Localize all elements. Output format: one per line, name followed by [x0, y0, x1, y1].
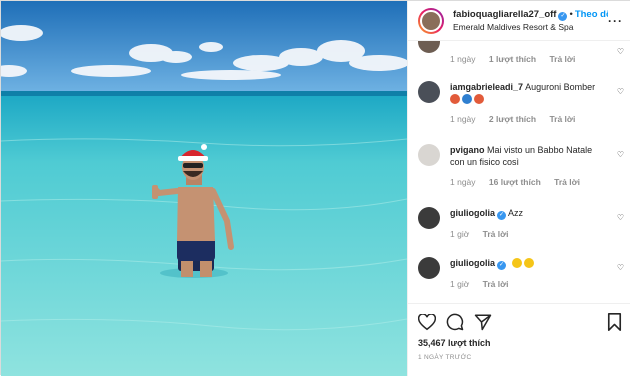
reply-button[interactable]: Trả lời: [483, 279, 509, 289]
comment-like-icon[interactable]: ♡: [617, 263, 624, 272]
heart-outline-icon[interactable]: [418, 313, 436, 331]
verified-badge-icon: ✓: [497, 261, 506, 270]
post-actions: 35,467 lượt thích 1 NGÀY TRƯỚC: [408, 303, 630, 376]
emoji-icon: [450, 94, 460, 104]
comment-like-icon[interactable]: ♡: [617, 47, 624, 56]
clap-emoji-icon: [523, 258, 534, 268]
separator-dot: •: [569, 8, 573, 20]
likes-summary[interactable]: 35,467 lượt thích: [418, 338, 622, 348]
comment-likes[interactable]: 2 lượt thích: [489, 114, 536, 124]
commenter-username[interactable]: giuliogolia: [450, 258, 495, 268]
reply-button[interactable]: Trả lời: [549, 114, 575, 124]
comment-like-icon[interactable]: ♡: [617, 150, 624, 159]
comment-time[interactable]: 1 ngày: [450, 114, 476, 124]
commenter-username[interactable]: iamgabrieleadi_7: [450, 82, 523, 92]
reply-button[interactable]: Trả lời: [554, 177, 580, 187]
commenter-avatar[interactable]: [418, 41, 440, 53]
author-username[interactable]: fabioquagliarella27_off: [453, 9, 556, 20]
bookmark-icon[interactable]: [607, 313, 622, 331]
commenter-avatar[interactable]: [418, 257, 440, 279]
comment-like-icon[interactable]: ♡: [617, 213, 624, 222]
paper-plane-icon[interactable]: [474, 313, 492, 331]
comment-text: Auguroni Bomber: [525, 82, 596, 92]
comment-item: giuliogolia ✓ 1 giờ Trả lời ♡: [418, 257, 624, 289]
commenter-avatar[interactable]: [418, 81, 440, 103]
likes-label: lượt thích: [448, 338, 491, 348]
verified-badge-icon: ✓: [558, 11, 568, 21]
emoji-icon: [474, 94, 484, 104]
comment-item: giuliogolia ✓ Azz 1 giờ Trả lời ♡: [418, 207, 624, 239]
comment-item: iamgabrieleadi_7 Auguroni Bomber 1 ngày …: [418, 81, 624, 124]
comment-time[interactable]: 1 giờ: [450, 229, 469, 239]
commenter-username[interactable]: giuliogolia: [450, 208, 495, 218]
comment-likes[interactable]: 16 lượt thích: [489, 177, 541, 187]
beach-photo-image: [1, 1, 407, 376]
post-timestamp[interactable]: 1 NGÀY TRƯỚC: [418, 354, 622, 361]
more-options-icon[interactable]: ···: [608, 14, 623, 28]
verified-badge-icon: ✓: [497, 211, 506, 220]
instagram-post: fabioquagliarella27_off✓•Theo dõi Emeral…: [0, 0, 630, 376]
comment-item: pvigano Mai visto un Babbo Natale con un…: [418, 144, 624, 187]
commenter-username[interactable]: pvigano: [450, 145, 485, 155]
comment-bubble-icon[interactable]: [446, 313, 464, 331]
reply-button[interactable]: Trả lời: [549, 54, 575, 64]
emoji-icon: [462, 94, 472, 104]
post-header: fabioquagliarella27_off✓•Theo dõi Emeral…: [408, 1, 630, 41]
post-location[interactable]: Emerald Maldives Resort & Spa: [453, 21, 608, 33]
comment-item: 1 ngày 1 lượt thích Trả lời ♡: [418, 41, 624, 64]
likes-count: 35,467: [418, 338, 446, 348]
comment-text: Azz: [508, 208, 524, 218]
reply-button[interactable]: Trả lời: [483, 229, 509, 239]
comments-list[interactable]: 1 ngày 1 lượt thích Trả lời ♡ iamgabriel…: [408, 41, 630, 303]
post-photo[interactable]: [1, 1, 407, 376]
comment-time[interactable]: 1 ngày: [450, 177, 476, 187]
clap-emoji-icon: [511, 258, 522, 268]
commenter-avatar[interactable]: [418, 144, 440, 166]
follow-button[interactable]: Theo dõi: [575, 9, 608, 20]
comment-like-icon[interactable]: ♡: [617, 87, 624, 96]
author-avatar[interactable]: [418, 7, 444, 34]
comment-time[interactable]: 1 giờ: [450, 279, 469, 289]
post-sidebar: fabioquagliarella27_off✓•Theo dõi Emeral…: [407, 1, 630, 376]
comment-likes[interactable]: 1 lượt thích: [489, 54, 536, 64]
comment-time[interactable]: 1 ngày: [450, 54, 476, 64]
commenter-avatar[interactable]: [418, 207, 440, 229]
